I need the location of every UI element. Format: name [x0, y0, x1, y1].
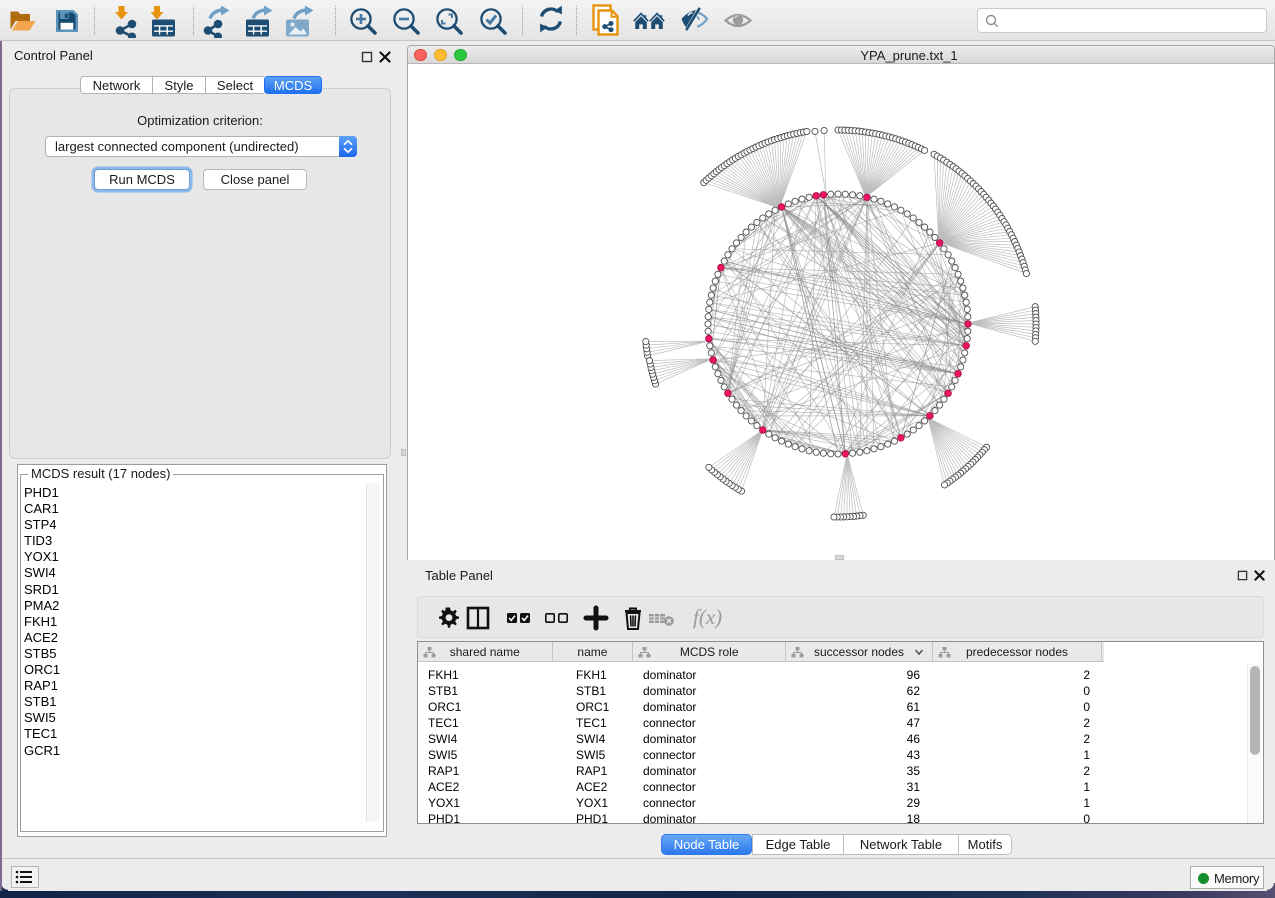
svg-text:f(x): f(x) — [693, 605, 722, 629]
